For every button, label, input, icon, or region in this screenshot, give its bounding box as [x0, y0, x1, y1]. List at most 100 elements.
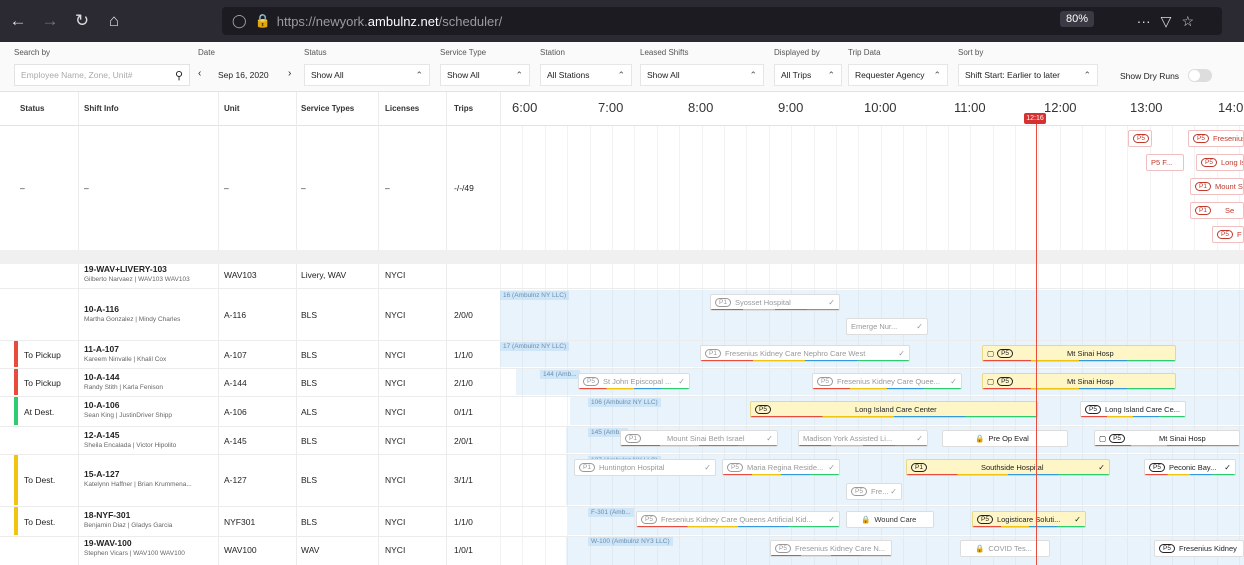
- trip-block[interactable]: P5 St John Episcopal ... ✓: [578, 373, 690, 390]
- unit-cell: A-116: [224, 310, 247, 320]
- trip-block[interactable]: P1 Fresenius Kidney Care Nephro Care West…: [700, 345, 910, 362]
- search-input[interactable]: Employee Name, Zone, Unit# ⚲: [14, 64, 190, 86]
- unassigned-trip[interactable]: P5: [1128, 130, 1152, 147]
- trip-block[interactable]: Madison York Assisted Li... ✓: [798, 430, 928, 447]
- col-status[interactable]: Status: [20, 104, 44, 113]
- trip-stripe: [1081, 416, 1185, 417]
- zoom-level[interactable]: 80%: [1059, 11, 1094, 27]
- displayed-by-value: All Trips: [781, 70, 812, 80]
- unassigned-trip[interactable]: P5 Long Is: [1196, 154, 1244, 171]
- date-next-icon[interactable]: ›: [288, 68, 291, 79]
- trip-block[interactable]: 🔒 Wound Care: [846, 511, 934, 528]
- shift-name[interactable]: 10-A-116 Martha Gonzalez | Mindy Charles: [84, 304, 180, 323]
- trip-block[interactable]: ▢ P5 Mt Sinai Hosp: [1094, 430, 1240, 447]
- service-type-select[interactable]: Show All ⌃: [440, 64, 530, 86]
- check-icon: ✓: [916, 322, 923, 331]
- trip-block[interactable]: Emerge Nur... ✓: [846, 318, 928, 335]
- station-select[interactable]: All Stations ⌃: [540, 64, 632, 86]
- trip-block[interactable]: P1 Mount Sinai Beth Israel ✓: [620, 430, 778, 447]
- trip-stripe: [579, 388, 689, 389]
- reload-icon[interactable]: ↻: [68, 7, 96, 35]
- chat-icon: ▢: [1099, 434, 1107, 443]
- unassigned-trip[interactable]: P5 F: [1212, 226, 1244, 243]
- shift-name[interactable]: 15-A-127 Katelynn Haffner | Brian Krummen…: [84, 469, 192, 488]
- status-select[interactable]: Show All ⌃: [304, 64, 430, 86]
- license-cell: NYCI: [385, 407, 406, 417]
- trip-block[interactable]: ▢ P5 Mt Sinai Hosp: [982, 345, 1176, 362]
- shift-label: 17 (Ambulnz NY LLC): [500, 342, 570, 351]
- shift-name[interactable]: 18-NYF-301 Benjamin Diaz | Gladys Garcia: [84, 510, 172, 529]
- trips-cell: 2/1/0: [454, 378, 473, 388]
- status-text: To Dest.: [24, 517, 56, 527]
- shift-name-text: 10-A-106: [84, 400, 120, 410]
- trip-block[interactable]: P5 Logisticare Soluti... ✓: [972, 511, 1086, 528]
- station-label: Station: [540, 48, 565, 57]
- license-cell: NYCI: [385, 475, 406, 485]
- col-shift-info[interactable]: Shift Info: [84, 104, 119, 113]
- unassigned-trip[interactable]: P1 Se: [1190, 202, 1244, 219]
- unassigned-trip[interactable]: P5 F...: [1146, 154, 1184, 171]
- trip-stripe: [621, 445, 777, 446]
- search-placeholder: Employee Name, Zone, Unit#: [21, 70, 133, 80]
- check-icon: ✓: [1074, 515, 1081, 524]
- license-cell: NYCI: [385, 378, 406, 388]
- leased-shifts-select[interactable]: Show All ⌃: [640, 64, 764, 86]
- date-prev-icon[interactable]: ‹: [198, 68, 201, 79]
- col-licenses[interactable]: Licenses: [385, 104, 419, 113]
- pocket-icon[interactable]: ▽: [1161, 13, 1172, 30]
- trip-block[interactable]: P5 Fresenius Kidney Care Queens Artificia…: [636, 511, 840, 528]
- unit-cell: A-106: [224, 407, 247, 417]
- shift-name[interactable]: 12-A-145 Sheila Encalada | Victor Hipolit…: [84, 430, 176, 449]
- trip-block[interactable]: P1 Syosset Hospital ✓: [710, 294, 840, 311]
- unassigned-trips: -/-/49: [454, 183, 474, 193]
- unit-cell: A-127: [224, 475, 247, 485]
- trip-block[interactable]: P5 Fre... ✓: [846, 483, 902, 500]
- shift-name[interactable]: 10-A-106 Sean King | JustinDriver Shipp: [84, 400, 172, 419]
- shift-name[interactable]: 10-A-144 Randy Stith | Karla Fenison: [84, 372, 163, 391]
- p1-badge: P1: [1195, 182, 1211, 191]
- col-trips[interactable]: Trips: [454, 104, 473, 113]
- unassigned-trip[interactable]: P1 Mount S: [1190, 178, 1244, 195]
- dry-runs-toggle[interactable]: [1188, 69, 1212, 82]
- service-cell: BLS: [301, 310, 318, 320]
- p5-badge: P5: [583, 377, 599, 386]
- trips-cell: 3/1/1: [454, 475, 473, 485]
- shift-name-text: 15-A-127: [84, 469, 120, 479]
- col-service-types[interactable]: Service Types: [301, 104, 354, 113]
- trip-stripe: [723, 474, 839, 475]
- trip-data-select[interactable]: Requester Agency ⌃: [848, 64, 948, 86]
- status-indicator: [14, 397, 18, 425]
- chevron-up-icon: ⌃: [827, 69, 835, 80]
- shift-name[interactable]: 19-WAV-100 Stephen Vicars | WAV100 WAV100: [84, 538, 185, 557]
- unassigned-unit: –: [224, 183, 229, 193]
- shift-name[interactable]: 19-WAV+LIVERY-103 Gilberto Narvaez | WAV1…: [84, 264, 190, 283]
- trip-block[interactable]: P1 Southside Hospital ✓: [906, 459, 1110, 476]
- col-unit[interactable]: Unit: [224, 104, 240, 113]
- trip-block[interactable]: 🔒 Pre Op Eval: [942, 430, 1068, 447]
- hour-label: 14:0: [1218, 100, 1244, 115]
- trip-block[interactable]: P5 Long Island Care Ce...: [1080, 401, 1186, 418]
- url-bar[interactable]: ◯ 🔒 https://newyork. ambulnz.net/schedule…: [222, 7, 1222, 35]
- bookmark-star-icon[interactable]: ☆: [1181, 13, 1194, 30]
- trip-block[interactable]: P5 Fresenius Kidney Care N...: [770, 540, 892, 557]
- shift-name[interactable]: 11-A-107 Kareem Ninvalle | Khalil Cox: [84, 344, 166, 363]
- unassigned-trip[interactable]: P5 Fresenius: [1188, 130, 1244, 147]
- forward-icon[interactable]: →: [36, 7, 64, 35]
- shift-name-text: 19-WAV+LIVERY-103: [84, 264, 167, 274]
- search-icon[interactable]: ⚲: [175, 69, 183, 82]
- trip-block[interactable]: P5 Peconic Bay... ✓: [1144, 459, 1236, 476]
- trip-block[interactable]: ▢ P5 Mt Sinai Hosp: [982, 373, 1176, 390]
- trip-block[interactable]: P5 Fresenius Kidney: [1154, 540, 1244, 557]
- trip-block[interactable]: P5 Fresenius Kidney Care Quee... ✓: [812, 373, 962, 390]
- trip-block[interactable]: P1 Huntington Hospital ✓: [574, 459, 716, 476]
- date-field[interactable]: Sep 16, 2020: [212, 64, 284, 86]
- trip-block[interactable]: P5 Long Island Care Center: [750, 401, 1038, 418]
- displayed-by-select[interactable]: All Trips ⌃: [774, 64, 842, 86]
- sort-by-select[interactable]: Shift Start: Earlier to later ⌃: [958, 64, 1098, 86]
- page-actions: ··· ▽ ☆: [1137, 7, 1194, 35]
- lock-icon: 🔒: [975, 434, 985, 443]
- more-icon[interactable]: ···: [1137, 13, 1151, 29]
- home-icon[interactable]: ⌂: [100, 7, 128, 35]
- trip-block[interactable]: P5 Maria Regina Reside... ✓: [722, 459, 840, 476]
- back-icon[interactable]: ←: [4, 7, 32, 35]
